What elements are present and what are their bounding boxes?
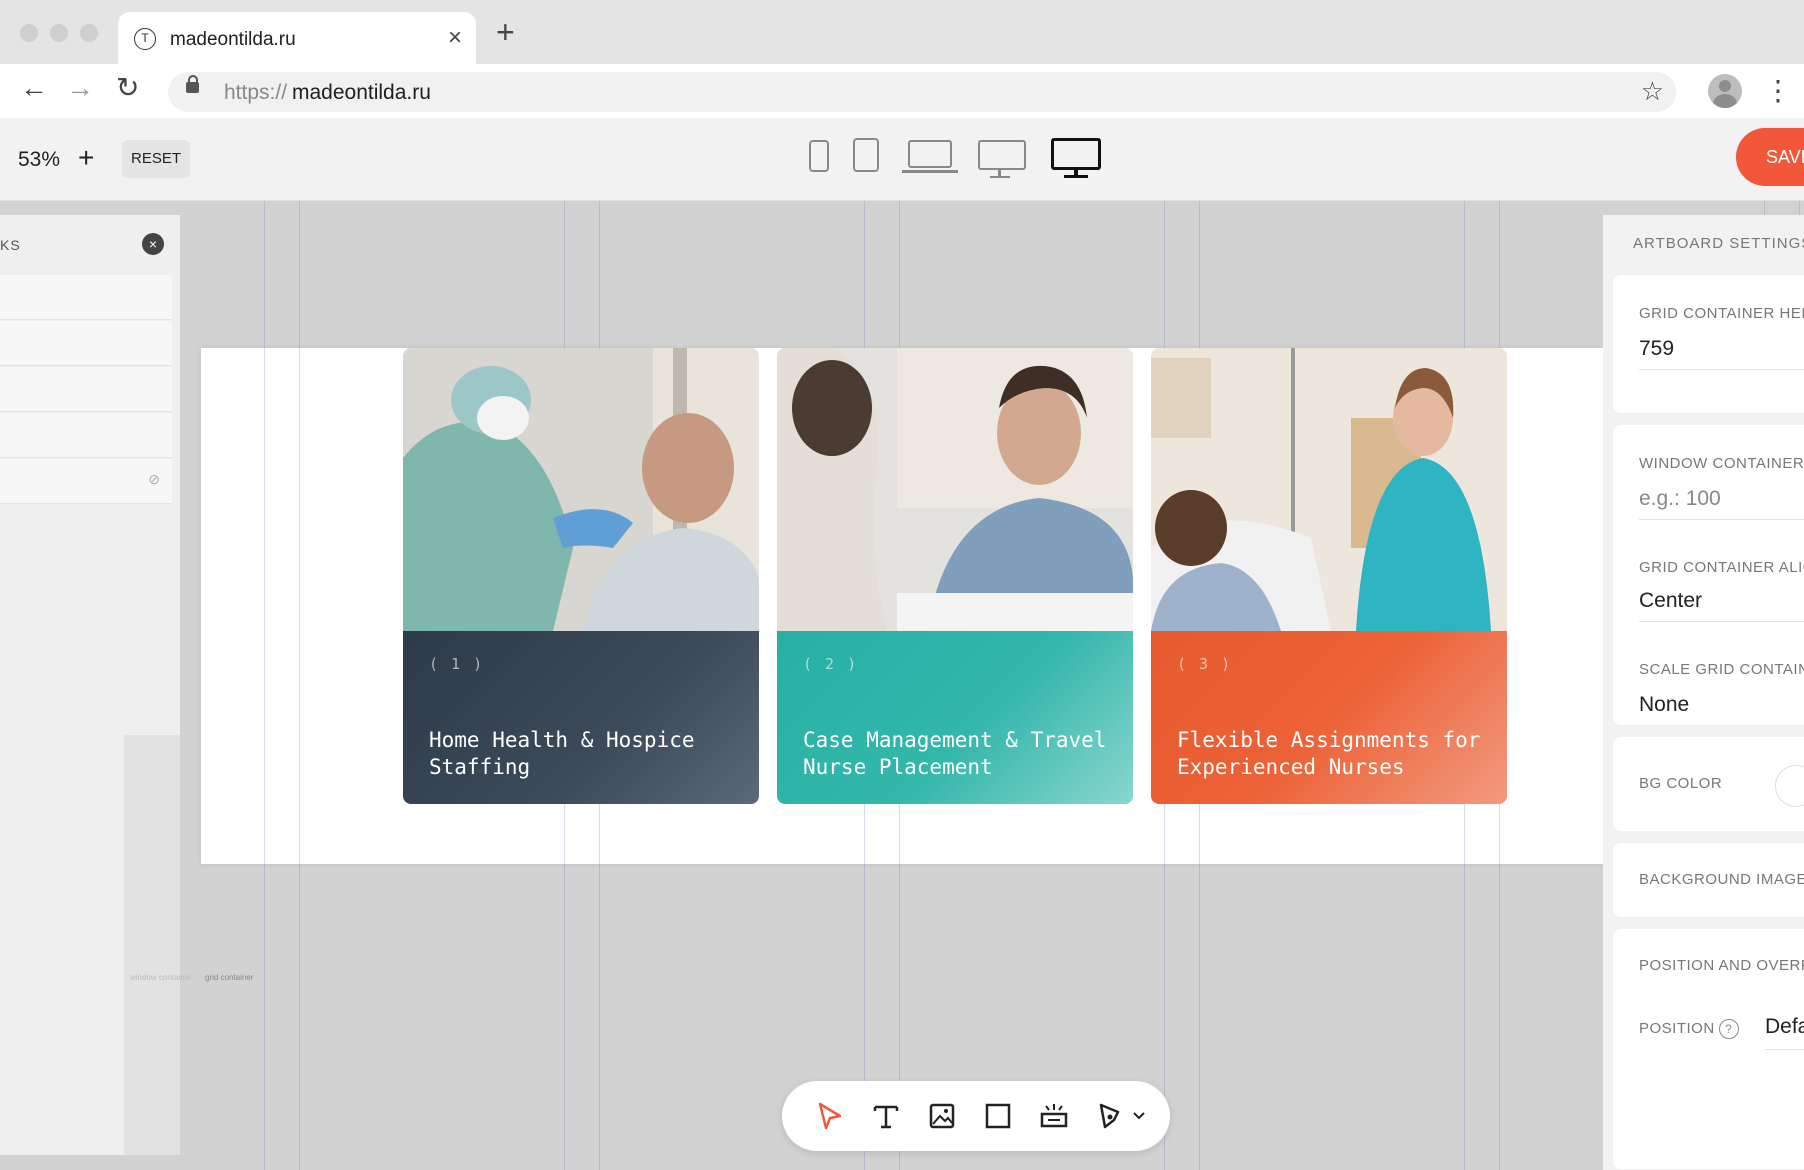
shape-icon[interactable]: [980, 1098, 1016, 1134]
window-height-input[interactable]: e.g.: 100: [1639, 487, 1721, 511]
service-card-1[interactable]: ( 1 ) Home Health & Hospice Staffing: [403, 348, 759, 804]
window-container-label: window container: [130, 973, 192, 982]
phone-portrait-icon[interactable]: [809, 140, 829, 172]
back-icon[interactable]: ←: [20, 74, 48, 102]
zoom-in-button[interactable]: +: [78, 142, 94, 174]
scale-grid-label: SCALE GRID CONTAINER: [1639, 661, 1804, 678]
grid-height-input[interactable]: 759: [1639, 337, 1674, 361]
laptop-icon[interactable]: [908, 140, 952, 168]
help-icon[interactable]: ?: [1718, 1019, 1739, 1039]
scale-grid-select[interactable]: None: [1639, 693, 1689, 717]
window-controls: [20, 24, 98, 42]
artboard-settings-panel: ARTBOARD SETTINGS GRID CONTAINER HEIGHT …: [1603, 215, 1804, 1170]
layer-row[interactable]: [0, 413, 172, 458]
layer-row[interactable]: [0, 275, 172, 320]
hidden-eye-icon[interactable]: ⊘: [148, 471, 160, 488]
layers-panel-title: KS: [0, 237, 21, 253]
position-label-row: POSITION?: [1639, 1019, 1739, 1039]
card-1-title: Home Health & Hospice Staffing: [429, 728, 695, 779]
button-icon[interactable]: [1036, 1098, 1072, 1134]
grid-height-label: GRID CONTAINER HEIGHT: [1639, 305, 1804, 322]
input-underline: [1639, 519, 1804, 520]
bg-image-label: BACKGROUND IMAGE: [1639, 871, 1804, 888]
bg-color-label: BG COLOR: [1639, 775, 1723, 792]
navigation-bar: ← → ↻ https:// madeontilda.ru ☆ ⋮: [0, 64, 1804, 118]
bg-color-section: BG COLOR: [1613, 737, 1804, 831]
pointer-icon[interactable]: [812, 1098, 848, 1134]
tab-title: madeontilda.ru: [170, 29, 296, 50]
position-overflow-label: POSITION AND OVERFLOW: [1639, 957, 1804, 974]
tablet-portrait-icon[interactable]: [853, 138, 879, 172]
grid-container-label: grid container: [205, 973, 254, 982]
position-label: POSITION: [1639, 1019, 1715, 1037]
url-scheme: https://: [224, 81, 288, 104]
vector-pen-icon[interactable]: [1092, 1098, 1128, 1134]
bookmark-star-icon[interactable]: ☆: [1641, 76, 1664, 107]
editor-toolbar: 53% + RESET SAVE: [0, 118, 1804, 201]
tool-palette: [782, 1081, 1170, 1151]
card-3-body: ( 3 ) Flexible Assignments for Experienc…: [1151, 631, 1507, 804]
grid-align-label: GRID CONTAINER ALIGN: [1639, 559, 1804, 576]
card-1-photo: [403, 348, 759, 631]
wide-desktop-icon[interactable]: [1051, 138, 1101, 170]
save-button[interactable]: SAVE: [1736, 128, 1804, 186]
browser-tab[interactable]: T madeontilda.ru ×: [118, 12, 476, 64]
card-3-photo: [1151, 348, 1507, 631]
bg-color-swatch[interactable]: [1775, 765, 1804, 807]
chevron-down-icon[interactable]: [1132, 1110, 1146, 1122]
text-icon[interactable]: [868, 1098, 904, 1134]
card-3-title: Flexible Assignments for Experienced Nur…: [1177, 728, 1481, 779]
layer-row[interactable]: [0, 367, 172, 412]
card-2-number: ( 2 ): [803, 655, 859, 673]
url-host: madeontilda.ru: [292, 81, 431, 104]
layer-row[interactable]: ⊘: [0, 459, 172, 504]
window-height-label: WINDOW CONTAINER HEIGHT: [1639, 455, 1804, 472]
card-2-photo: [777, 348, 1133, 631]
bg-image-section[interactable]: BACKGROUND IMAGE: [1613, 843, 1804, 917]
close-window-button[interactable]: [20, 24, 38, 42]
laptop-base: [902, 170, 958, 173]
input-underline: [1639, 369, 1804, 370]
zoom-level: 53%: [18, 148, 61, 171]
reset-zoom-button[interactable]: RESET: [122, 140, 190, 178]
card-2-body: ( 2 ) Case Management & Travel Nurse Pla…: [777, 631, 1133, 804]
card-1-number: ( 1 ): [429, 655, 485, 673]
window-container-section: WINDOW CONTAINER HEIGHT e.g.: 100 GRID C…: [1613, 425, 1804, 725]
card-3-number: ( 3 ): [1177, 655, 1233, 673]
lock-icon: [186, 75, 199, 93]
editor-canvas[interactable]: KS × ⊘ window container grid container (…: [0, 201, 1804, 1170]
card-2-title: Case Management & Travel Nurse Placement: [803, 728, 1107, 779]
service-card-2[interactable]: ( 2 ) Case Management & Travel Nurse Pla…: [777, 348, 1133, 804]
browser-menu-icon[interactable]: ⋮: [1764, 74, 1792, 107]
layers-panel-shade: [124, 735, 180, 1155]
minimize-window-button[interactable]: [50, 24, 68, 42]
desktop-icon[interactable]: [978, 140, 1026, 170]
close-panel-icon[interactable]: ×: [142, 233, 164, 255]
maximize-window-button[interactable]: [80, 24, 98, 42]
image-icon[interactable]: [924, 1098, 960, 1134]
settings-panel-title: ARTBOARD SETTINGS: [1633, 235, 1804, 252]
position-select[interactable]: Default: [1765, 1015, 1804, 1039]
layers-panel: KS × ⊘: [0, 215, 180, 1155]
reload-icon[interactable]: ↻: [116, 74, 139, 102]
address-bar[interactable]: https:// madeontilda.ru ☆: [168, 72, 1676, 112]
tab-close-icon[interactable]: ×: [448, 24, 462, 52]
input-underline: [1765, 1049, 1804, 1050]
tilda-favicon-icon: T: [134, 28, 156, 50]
position-section: POSITION AND OVERFLOW POSITION? Default: [1613, 929, 1804, 1169]
wide-desktop-foot: [1064, 175, 1088, 178]
service-card-3[interactable]: ( 3 ) Flexible Assignments for Experienc…: [1151, 348, 1507, 804]
tab-bar: T madeontilda.ru × +: [0, 0, 1804, 64]
profile-avatar[interactable]: [1708, 74, 1742, 108]
input-underline: [1639, 621, 1804, 622]
desktop-foot: [990, 176, 1010, 178]
card-1-body: ( 1 ) Home Health & Hospice Staffing: [403, 631, 759, 804]
grid-height-section: GRID CONTAINER HEIGHT 759: [1613, 275, 1804, 413]
new-tab-button[interactable]: +: [496, 16, 515, 48]
layer-row[interactable]: [0, 321, 172, 366]
browser-window: T madeontilda.ru × + ← → ↻ https:// made…: [0, 0, 1804, 1170]
forward-icon[interactable]: →: [66, 74, 94, 102]
grid-align-select[interactable]: Center: [1639, 589, 1702, 613]
